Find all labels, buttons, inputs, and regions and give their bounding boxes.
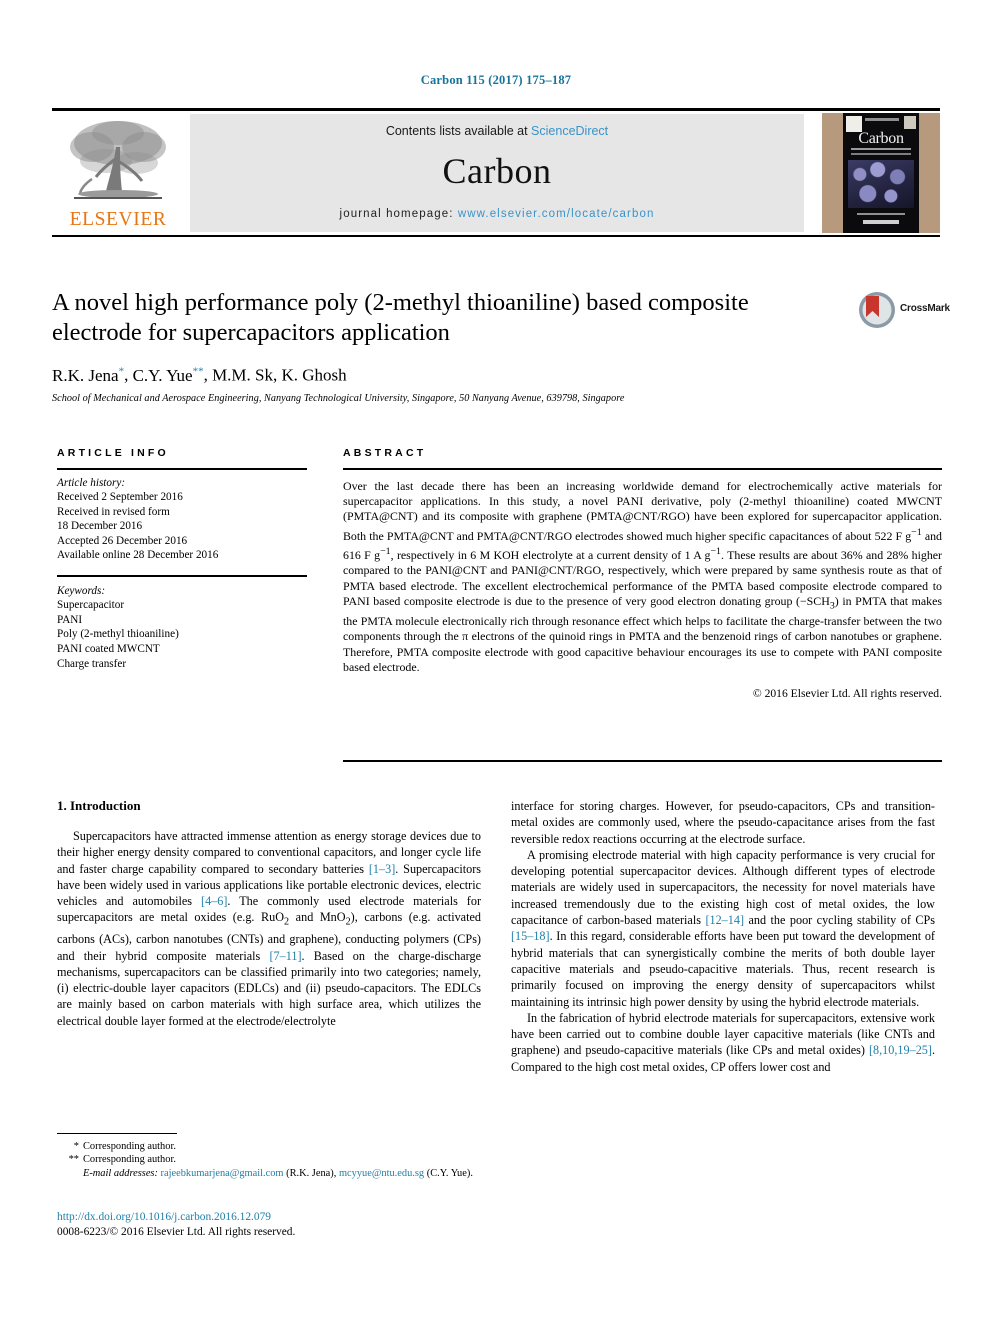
footnote-mark-2: ** [68,1154,79,1166]
article-info-heading: ARTICLE INFO [57,447,169,459]
issn-copyright-line: 0008-6223/© 2016 Elsevier Ltd. All right… [57,1226,296,1238]
cover-subtitle-line-2 [851,153,911,155]
cover-footer-text [857,213,905,215]
journal-article-page: Carbon 115 (2017) 175–187 ELSEVIER Conte… [0,0,992,1323]
author-list: R.K. Jena*, C.Y. Yue**, M.M. Sk, K. Ghos… [52,365,842,386]
article-history-block: Article history: Received 2 September 20… [57,476,307,564]
elsevier-logo: ELSEVIER [52,115,184,233]
keyword-item: PANI coated MWCNT [57,642,160,655]
author-2: C.Y. Yue** [132,365,204,385]
article-history-label: Article history: [57,476,126,489]
abstract-heading: ABSTRACT [343,447,427,459]
citation-reference[interactable]: [12–14] [705,913,744,927]
cover-art: Carbon [843,113,919,233]
footnote-emails: E-mail addresses: rajeebkumarjena@gmail.… [57,1167,481,1180]
citation-reference[interactable]: [1–3] [369,862,395,876]
footnote-corresponding-2: ** Corresponding author. [57,1153,481,1166]
email-link-1[interactable]: rajeebkumarjena@gmail.com [161,1168,284,1179]
keywords-rule [57,575,307,577]
elsevier-tree-icon [62,117,174,209]
citation-reference[interactable]: [4–6] [201,894,227,908]
abstract-bottom-rule [343,760,942,762]
email-owner-2: (C.Y. Yue). [426,1167,473,1179]
masthead-bottom-rule [52,235,940,237]
abstract-text: Over the last decade there has been an i… [343,478,943,675]
paragraph: interface for storing charges. However, … [511,799,935,846]
paragraph: Supercapacitors have attracted immense a… [57,829,482,1028]
footnote-corresponding-1: * Corresponding author. [57,1140,481,1153]
citation-reference[interactable]: [7–11] [269,949,301,963]
keyword-item: Charge transfer [57,657,127,670]
running-head: Carbon 115 (2017) 175–187 [420,73,572,87]
keyword-item: PANI [57,613,83,626]
journal-homepage-line: journal homepage: www.elsevier.com/locat… [190,208,804,220]
footnote-separator [57,1133,177,1134]
keyword-item: Poly (2-methyl thioaniline) [57,628,179,641]
author-affiliation: School of Mechanical and Aerospace Engin… [52,392,625,404]
sciencedirect-link[interactable]: ScienceDirect [531,124,608,138]
sciencedirect-banner: Contents lists available at ScienceDirec… [190,114,804,232]
email-addresses-label: E-mail addresses: [83,1167,158,1179]
paragraph: In the fabrication of hybrid electrode m… [511,1010,935,1074]
cover-subtitle-line-1 [851,148,911,150]
crossmark-badge[interactable]: CrossMark [858,291,950,333]
keywords-block: Keywords: Supercapacitor PANI Poly (2-me… [57,584,307,672]
abstract-copyright: © 2016 Elsevier Ltd. All rights reserved… [752,686,942,700]
author-4-name: K. Ghosh [281,365,347,385]
abstract-rule [343,468,942,470]
footnote-text-2: Corresponding author. [83,1154,176,1166]
contents-available-line: Contents lists available at ScienceDirec… [190,124,804,138]
citation-reference[interactable]: [15–18] [511,929,550,943]
body-left-column: 1. Introduction Supercapacitors have att… [57,798,481,1029]
author-3-name: M.M. Sk [212,365,273,385]
email-link-2[interactable]: mcyyue@ntu.edu.sg [339,1168,424,1179]
journal-cover-thumbnail: Carbon [822,113,940,233]
history-item: Received in revised form [57,505,170,518]
journal-masthead: ELSEVIER Contents lists available at Sci… [52,108,940,238]
paragraph: A promising electrode material with high… [511,847,935,1009]
body-right-column: interface for storing charges. However, … [511,798,935,1075]
author-sep-3: , [273,365,282,385]
author-1: R.K. Jena* [52,365,124,385]
citation-reference[interactable]: [8,10,19–25] [869,1043,932,1057]
author-sep-2: , [203,365,213,385]
history-item: Received 2 September 2016 [57,491,183,504]
abstract-column: ABSTRACT Over the last decade there has … [343,447,942,700]
journal-homepage-link[interactable]: www.elsevier.com/locate/carbon [458,208,655,220]
article-title-block: A novel high performance poly (2-methyl … [52,288,842,404]
page-footer: http://dx.doi.org/10.1016/j.carbon.2016.… [57,1210,487,1240]
author-1-name: R.K. Jena [52,365,119,385]
history-item: 18 December 2016 [57,520,143,533]
contents-prefix: Contents lists available at [385,124,532,138]
section-heading-introduction: 1. Introduction [57,798,141,813]
author-sep-1: , [124,365,133,385]
email-owner-1: (R.K. Jena), [286,1167,337,1179]
journal-title: Carbon [442,151,552,191]
footnote-text-1: Corresponding author. [83,1141,176,1152]
history-item: Available online 28 December 2016 [57,549,219,562]
elsevier-wordmark: ELSEVIER [69,209,167,230]
cover-top-text [865,118,899,121]
page-title: A novel high performance poly (2-methyl … [52,289,749,346]
homepage-prefix: journal homepage: [339,208,458,220]
crossmark-label: CrossMark [900,303,950,314]
history-item: Accepted 26 December 2016 [57,534,188,547]
cover-journal-title: Carbon [858,130,904,147]
cover-publisher-mark [863,220,899,224]
footnote-block: * Corresponding author. ** Corresponding a… [57,1140,481,1180]
footnote-mark-1: * [73,1141,79,1152]
cover-corner-block [904,116,916,129]
article-info-rule [57,468,307,470]
doi-link[interactable]: http://dx.doi.org/10.1016/j.carbon.2016.… [57,1210,487,1225]
author-2-name: C.Y. Yue [132,365,193,385]
cover-micrograph-image [848,160,914,208]
article-info-column: ARTICLE INFO Article history: Received 2… [57,447,307,671]
crossmark-icon [858,291,896,329]
keywords-label: Keywords: [57,584,106,597]
author-2-mark[interactable]: ** [193,365,204,377]
masthead-top-rule [52,108,940,111]
keyword-item: Supercapacitor [57,599,125,612]
